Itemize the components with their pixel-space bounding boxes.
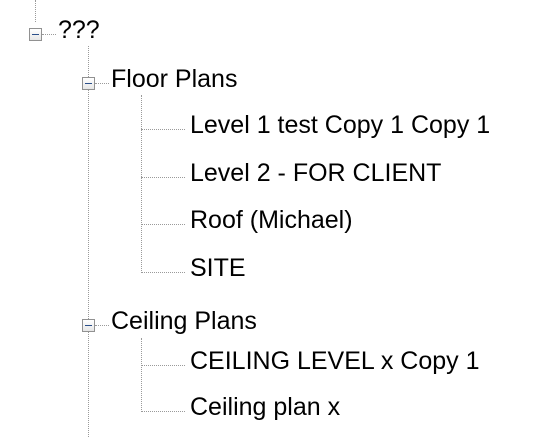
tree-leaf-ceiling-plan[interactable]: Ceiling plan x [190,392,340,422]
collapse-ceiling-plans-toggle[interactable] [82,319,95,332]
tree-connector-level2 [141,177,185,178]
tree-connector-root-top [35,0,36,22]
tree-node-floor-plans[interactable]: Floor Plans [111,64,237,94]
project-browser-tree: ??? Floor Plans Level 1 test Copy 1 Copy… [0,0,557,437]
collapse-root-toggle[interactable] [29,28,42,41]
tree-leaf-ceiling-level[interactable]: CEILING LEVEL x Copy 1 [190,346,479,376]
tree-leaf-site[interactable]: SITE [190,253,246,283]
tree-leaf-level-1[interactable]: Level 1 test Copy 1 Copy 1 [190,110,490,140]
tree-node-ceiling-plans[interactable]: Ceiling Plans [111,306,257,336]
tree-connector-roof [141,224,185,225]
tree-connector-floor-plans-branch [95,83,109,84]
tree-connector-root-branch [42,34,56,35]
tree-connector-level1 [141,129,185,130]
minus-box-icon [85,325,92,326]
tree-connector-ceiling-plans [141,338,142,412]
tree-connector-ceiling-plan [141,411,185,412]
minus-box-icon [32,34,39,35]
tree-connector-root [88,46,89,437]
tree-leaf-level-2[interactable]: Level 2 - FOR CLIENT [190,158,441,188]
tree-node-root[interactable]: ??? [58,15,100,45]
tree-connector-site [141,272,185,273]
tree-connector-ceiling-level [141,365,185,366]
tree-connector-ceiling-plans-branch [95,325,109,326]
collapse-floor-plans-toggle[interactable] [82,77,95,90]
minus-box-icon [85,83,92,84]
tree-leaf-roof[interactable]: Roof (Michael) [190,205,353,235]
tree-connector-floor-plans [141,95,142,273]
